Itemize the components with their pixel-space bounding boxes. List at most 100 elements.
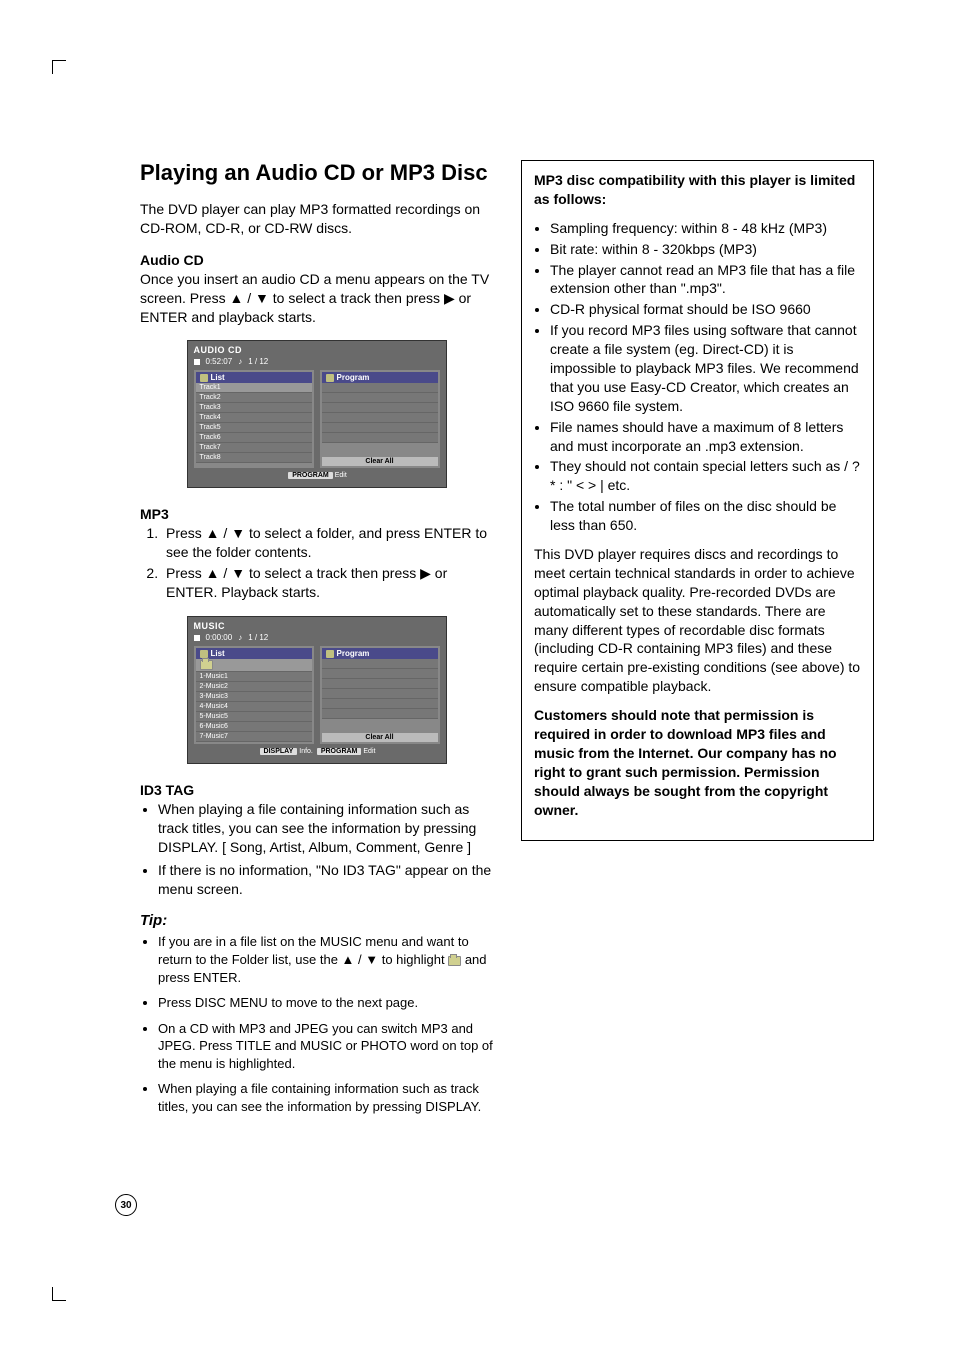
stop-icon [194, 359, 200, 365]
mp3-step-2: Press ▲ / ▼ to select a track then press… [162, 564, 493, 602]
osd-footer: DISPLAYInfo. PROGRAMEdit [194, 748, 440, 755]
display-footer-btn: DISPLAY [260, 748, 298, 755]
osd-time: 0:00:00 [206, 633, 233, 642]
tip-1: If you are in a file list on the MUSIC m… [158, 933, 493, 986]
box-heading: MP3 disc compatibility with this player … [534, 171, 861, 209]
id3-bullet-2: If there is no information, "No ID3 TAG"… [158, 861, 493, 899]
audio-cd-body: Once you insert an audio CD a menu appea… [140, 270, 493, 327]
compat-3: The player cannot read an MP3 file that … [550, 261, 861, 299]
compat-2: Bit rate: within 8 - 320kbps (MP3) [550, 240, 861, 259]
osd-program-label: Program [337, 649, 370, 658]
box-paragraph-2: Customers should note that permission is… [534, 706, 861, 819]
list-icon [200, 650, 208, 658]
osd-footer: PROGRAMEdit [194, 472, 440, 479]
program-footer-txt: Edit [363, 748, 375, 755]
crop-mark [52, 60, 66, 74]
id3-bullet-1: When playing a file containing informati… [158, 800, 493, 857]
osd-list-label: List [211, 373, 225, 382]
track-row: 1-Music1 [196, 672, 312, 682]
note-icon: ♪ [238, 357, 242, 366]
track-row: Track4 [196, 413, 312, 423]
osd-status: 0:00:00 ♪ 1 / 12 [194, 633, 440, 642]
program-icon [326, 650, 334, 658]
osd-program-panel: Program Clear All [320, 646, 440, 744]
empty-row [322, 403, 438, 413]
track-row: Track6 [196, 433, 312, 443]
compat-list: Sampling frequency: within 8 - 48 kHz (M… [534, 219, 861, 535]
osd-title: AUDIO CD [194, 345, 440, 355]
tip-2: Press DISC MENU to move to the next page… [158, 994, 493, 1012]
osd-music: MUSIC 0:00:00 ♪ 1 / 12 List 1-Music1 2-M… [187, 616, 447, 764]
tip-1a: If you are in a file list on the MUSIC m… [158, 934, 469, 967]
tip-heading: Tip: [140, 912, 493, 929]
empty-row [322, 699, 438, 709]
mp3-steps: Press ▲ / ▼ to select a folder, and pres… [140, 524, 493, 602]
osd-list-panel: List Track1 Track2 Track3 Track4 Track5 … [194, 370, 314, 468]
program-footer-txt: Edit [335, 472, 347, 479]
folder-up-icon [200, 660, 213, 670]
clear-all-button: Clear All [322, 733, 438, 742]
track-row: Track7 [196, 443, 312, 453]
track-row: Track2 [196, 393, 312, 403]
empty-row [322, 709, 438, 719]
track-row: 7-Music7 [196, 732, 312, 742]
osd-program-label: Program [337, 373, 370, 382]
empty-row [322, 423, 438, 433]
display-footer-txt: Info. [299, 748, 313, 755]
tip-list: If you are in a file list on the MUSIC m… [140, 933, 493, 1115]
osd-list-panel: List 1-Music1 2-Music2 3-Music3 4-Music4… [194, 646, 314, 744]
mp3-heading: MP3 [140, 506, 493, 522]
track-row: Track8 [196, 453, 312, 463]
compat-5: If you record MP3 files using software t… [550, 321, 861, 415]
audio-cd-heading: Audio CD [140, 252, 493, 268]
track-row: 5-Music5 [196, 712, 312, 722]
track-row: 6-Music6 [196, 722, 312, 732]
compat-7: They should not contain special letters … [550, 457, 861, 495]
track-row: Track5 [196, 423, 312, 433]
stop-icon [194, 635, 200, 641]
osd-counter: 1 / 12 [248, 633, 268, 642]
track-row: Track1 [196, 383, 312, 393]
empty-row [322, 669, 438, 679]
program-icon [326, 374, 334, 382]
left-column: Playing an Audio CD or MP3 Disc The DVD … [140, 160, 493, 1129]
folder-up-row [196, 659, 312, 672]
program-footer-btn: PROGRAM [317, 748, 362, 755]
empty-row [322, 393, 438, 403]
osd-counter: 1 / 12 [248, 357, 268, 366]
osd-title: MUSIC [194, 621, 440, 631]
track-row: 4-Music4 [196, 702, 312, 712]
track-row: 2-Music2 [196, 682, 312, 692]
track-row: 3-Music3 [196, 692, 312, 702]
osd-program-panel: Program Clear All [320, 370, 440, 468]
right-column: MP3 disc compatibility with this player … [521, 160, 874, 1129]
program-footer-btn: PROGRAM [288, 472, 333, 479]
compatibility-box: MP3 disc compatibility with this player … [521, 160, 874, 841]
empty-row [322, 433, 438, 443]
compat-1: Sampling frequency: within 8 - 48 kHz (M… [550, 219, 861, 238]
empty-row [322, 689, 438, 699]
compat-8: The total number of files on the disc sh… [550, 497, 861, 535]
list-icon [200, 374, 208, 382]
folder-icon [448, 956, 461, 966]
osd-audio-cd: AUDIO CD 0:52:07 ♪ 1 / 12 List Track1 Tr… [187, 340, 447, 488]
clear-all-button: Clear All [322, 457, 438, 466]
id3-heading: ID3 TAG [140, 782, 493, 798]
box-paragraph-1: This DVD player requires discs and recor… [534, 545, 861, 696]
page-title: Playing an Audio CD or MP3 Disc [140, 160, 493, 186]
page-content: Playing an Audio CD or MP3 Disc The DVD … [60, 70, 894, 1149]
note-icon: ♪ [238, 633, 242, 642]
tip-4: When playing a file containing informati… [158, 1080, 493, 1115]
tip-3: On a CD with MP3 and JPEG you can switch… [158, 1020, 493, 1073]
track-row: Track3 [196, 403, 312, 413]
mp3-step-1: Press ▲ / ▼ to select a folder, and pres… [162, 524, 493, 562]
id3-list: When playing a file containing informati… [140, 800, 493, 898]
empty-row [322, 679, 438, 689]
empty-row [322, 383, 438, 393]
empty-row [322, 659, 438, 669]
osd-time: 0:52:07 [206, 357, 233, 366]
crop-mark [52, 1287, 66, 1301]
compat-6: File names should have a maximum of 8 le… [550, 418, 861, 456]
intro-paragraph: The DVD player can play MP3 formatted re… [140, 200, 493, 238]
osd-list-label: List [211, 649, 225, 658]
